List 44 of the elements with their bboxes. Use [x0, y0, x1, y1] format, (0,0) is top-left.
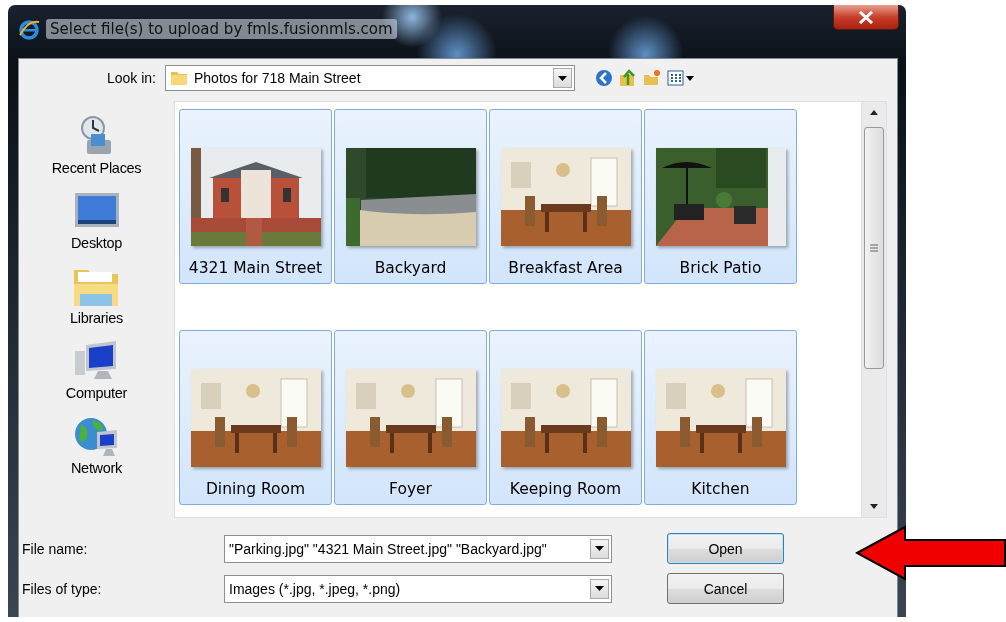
file-name: Breakfast Area [508, 259, 623, 277]
dropdown-button[interactable] [590, 538, 609, 559]
file-name: Brick Patio [679, 259, 762, 277]
browser-icon [18, 18, 40, 40]
folder-icon [170, 69, 188, 87]
window-title: Select file(s) to upload by fmls.fusionmls.com [46, 19, 397, 39]
file-tile[interactable]: Dining Room [179, 330, 332, 505]
caret-icon [595, 546, 604, 551]
dropdown-button[interactable] [590, 578, 609, 599]
scrollbar-thumb[interactable] [864, 127, 884, 369]
file-name: Backyard [374, 259, 447, 277]
file-type-dropdown[interactable]: Images (*.jpg, *.jpeg, *.png) [224, 574, 612, 603]
file-name-field[interactable]: "Parking.jpg" "4321 Main Street.jpg" "Backyard.jpg" [224, 534, 612, 563]
close-icon [858, 10, 874, 24]
back-icon[interactable] [595, 69, 613, 87]
file-tile[interactable]: Backyard [334, 109, 487, 284]
file-tile[interactable]: Keeping Room [489, 330, 642, 505]
caret-icon [558, 75, 567, 81]
look-in-label: Look in: [105, 70, 157, 86]
view-menu-icon[interactable] [667, 70, 695, 86]
file-tile[interactable]: Brick Patio [644, 109, 797, 284]
file-tile[interactable]: Kitchen [644, 330, 797, 505]
open-button[interactable]: Open [667, 533, 784, 564]
look-in-dropdown[interactable]: Photos for 718 Main Street [165, 65, 575, 91]
cancel-button[interactable]: Cancel [667, 573, 784, 604]
file-type-label: Files of type: [21, 580, 103, 597]
file-name: Foyer [389, 480, 432, 498]
close-button[interactable] [833, 5, 899, 30]
sidebar-item[interactable]: Network [70, 460, 123, 476]
new-folder-icon[interactable] [643, 69, 661, 87]
file-tile[interactable]: 4321 Main Street [179, 109, 332, 284]
sidebar-item[interactable]: Libraries [70, 310, 123, 326]
file-name: Kitchen [691, 480, 750, 498]
sidebar-item[interactable]: Desktop [70, 235, 123, 251]
file-name: Dining Room [205, 480, 306, 498]
file-tile[interactable]: Foyer [334, 330, 487, 505]
file-tile[interactable]: Breakfast Area [489, 109, 642, 284]
up-folder-icon[interactable] [619, 69, 637, 87]
file-name: 4321 Main Street [188, 259, 323, 277]
file-name: Keeping Room [509, 480, 622, 498]
sidebar-item[interactable]: Recent Places [51, 160, 142, 176]
caret-icon [595, 586, 604, 591]
file-name-label: File name: [21, 540, 89, 557]
sidebar-item[interactable]: Computer [65, 385, 128, 401]
